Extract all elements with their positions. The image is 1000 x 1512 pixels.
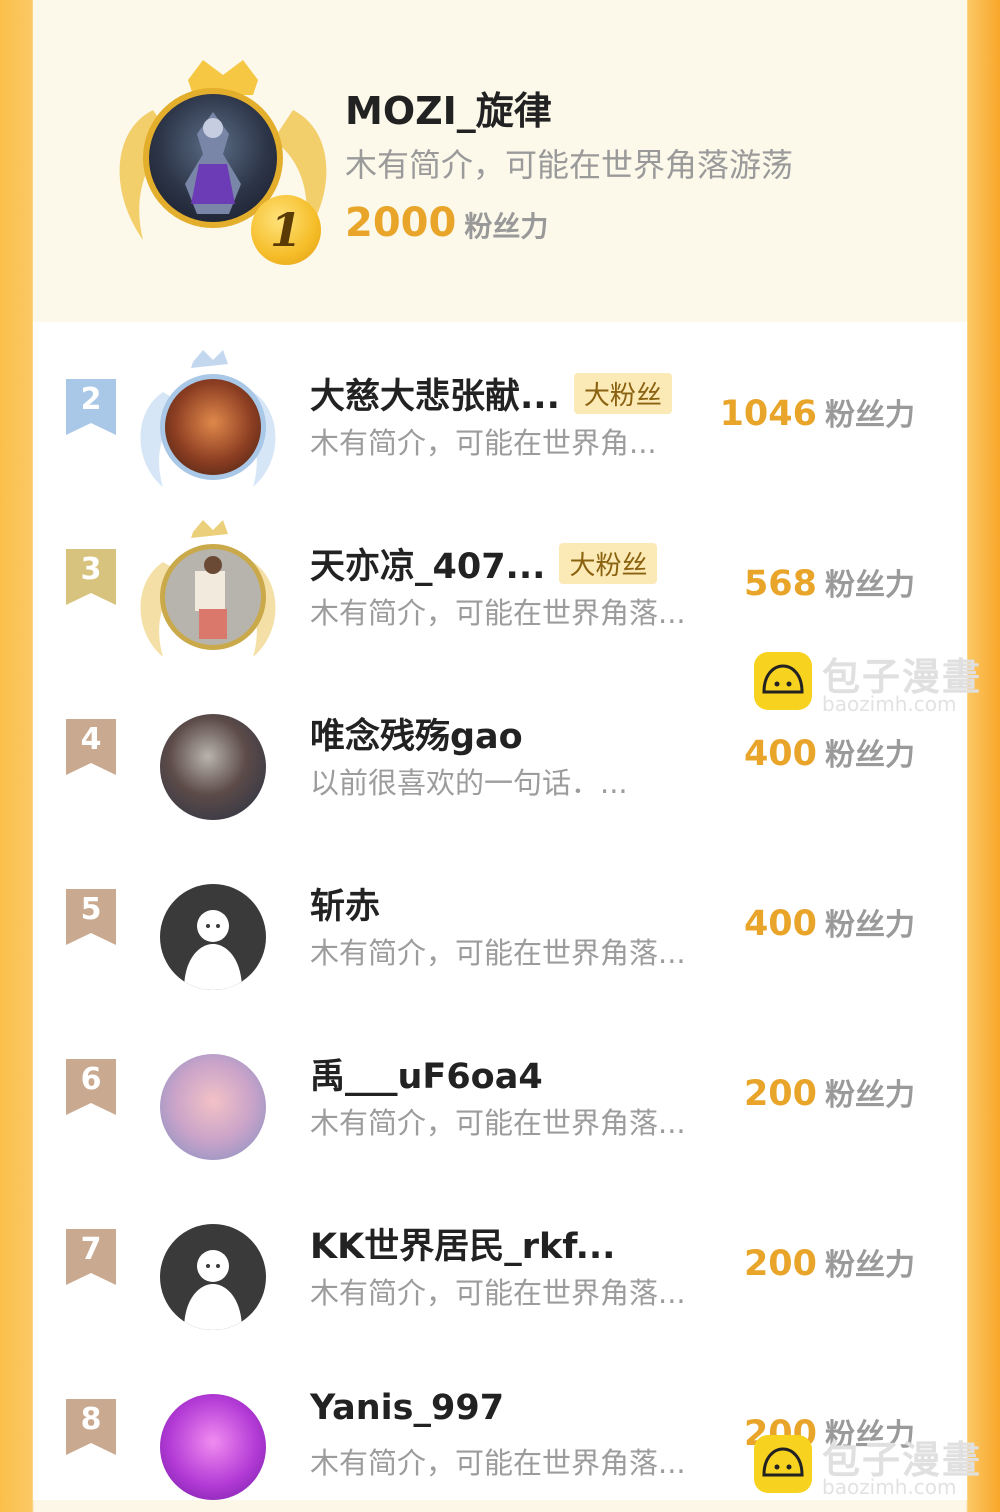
leaderboard-panel: 1 MOZI_旋律 木有简介，可能在世界角落游荡 2000 粉丝力 2 大慈大悲张… (33, 0, 980, 1500)
fan-power: 200 粉丝力 (744, 1240, 915, 1284)
fan-power-value: 568 (743, 564, 817, 604)
fan-power-value: 200 (743, 1244, 817, 1284)
avatar-frame (133, 512, 283, 662)
user-bio: 木有简介，可能在世界角落... (310, 1276, 686, 1310)
fan-power-value: 1046 (719, 394, 817, 434)
fan-power: 1046 粉丝力 (720, 390, 915, 434)
avatar[interactable] (160, 714, 266, 820)
fan-power-unit: 粉丝力 (825, 568, 915, 603)
user-name-text: 斩赤 (310, 887, 381, 927)
user-bio: 木有简介，可能在世界角落... (310, 936, 686, 970)
user-name[interactable]: 大慈大悲张献... 大粉丝 (310, 368, 672, 419)
rank-medal: 1 (251, 195, 321, 265)
rank-number: 5 (80, 892, 102, 927)
user-name[interactable]: 禹___uF6oa4 (310, 1048, 543, 1099)
fan-power: 400 粉丝力 (744, 730, 915, 774)
fan-power-unit: 粉丝力 (825, 1078, 915, 1113)
avatar-frame (133, 1192, 283, 1342)
avatar[interactable] (160, 1394, 266, 1500)
top-avatar-frame: 1 (103, 50, 343, 280)
user-name[interactable]: 天亦凉_407... 大粉丝 (310, 538, 658, 589)
avatar[interactable] (160, 1224, 266, 1330)
user-name-text: 天亦凉_407... (310, 547, 546, 587)
list-item[interactable]: 6 禹___uF6oa4 木有简介，可能在世界角落... 200 粉丝力 (33, 1002, 967, 1172)
avatar-frame (133, 1362, 283, 1512)
user-name-text: 禹___uF6oa4 (310, 1057, 543, 1097)
avatar[interactable] (160, 1054, 266, 1160)
fan-power-value: 2000 (345, 200, 457, 246)
user-bio: 木有简介，可能在世界角落... (310, 1106, 686, 1140)
watermark: 包子漫畫 baozimh.com (754, 652, 984, 718)
top-ranked-card[interactable]: 1 MOZI_旋律 木有简介，可能在世界角落游荡 2000 粉丝力 (33, 0, 967, 322)
watermark: 包子漫畫 baozimh.com (754, 1435, 984, 1501)
fan-power: 200 粉丝力 (744, 1070, 915, 1114)
list-item[interactable]: 2 大慈大悲张献... 大粉丝 木有简介，可能在世界角... 1046 粉丝力 (33, 322, 967, 492)
fan-power-unit: 粉丝力 (825, 908, 915, 943)
rank-number: 2 (80, 382, 102, 417)
user-name[interactable]: Yanis_997 (310, 1388, 504, 1428)
avatar-frame (133, 342, 283, 492)
bun-logo-icon (754, 1435, 812, 1493)
fan-power-value: 400 (743, 734, 817, 774)
fan-power: 2000 粉丝力 (345, 200, 548, 246)
fan-power: 400 粉丝力 (744, 900, 915, 944)
default-avatar-icon (184, 910, 242, 990)
fan-power-unit: 粉丝力 (825, 738, 915, 773)
rank-number: 8 (80, 1402, 102, 1437)
fan-power-unit: 粉丝力 (825, 398, 915, 433)
list-item[interactable]: 3 天亦凉_407... 大粉丝 木有简介，可能在世界角落... 568 粉丝力 (33, 492, 967, 662)
default-avatar-icon (184, 1250, 242, 1330)
fan-power-unit: 粉丝力 (825, 1248, 915, 1283)
avatar[interactable] (160, 544, 266, 650)
watermark-url: baozimh.com (822, 692, 957, 716)
fan-power-value: 400 (743, 904, 817, 944)
avatar[interactable] (160, 884, 266, 990)
bun-logo-icon (754, 652, 812, 710)
user-name[interactable]: KK世界居民_rkf... (310, 1218, 615, 1269)
super-fan-badge: 大粉丝 (573, 373, 672, 414)
avatar-frame (133, 852, 283, 1002)
super-fan-badge: 大粉丝 (559, 543, 658, 584)
user-name[interactable]: 斩赤 (310, 878, 380, 929)
user-name-text: 唯念残殇gao (310, 717, 523, 757)
user-name[interactable]: MOZI_旋律 (345, 80, 552, 135)
user-bio: 木有简介，可能在世界角落游荡 (345, 146, 794, 184)
rank-number: 6 (80, 1062, 102, 1097)
fan-power-unit: 粉丝力 (464, 210, 549, 243)
avatar-frame (133, 682, 283, 832)
rank-number: 7 (80, 1232, 102, 1267)
list-item[interactable]: 7 KK世界居民_rkf... 木有简介，可能在世界角落... 200 粉丝力 (33, 1172, 967, 1342)
fan-power-value: 200 (743, 1074, 817, 1114)
list-item[interactable]: 5 斩赤 木有简介，可能在世界角落... 400 粉丝力 (33, 832, 967, 1002)
rank-number: 3 (80, 552, 102, 587)
user-bio: 木有简介，可能在世界角... (310, 426, 657, 460)
user-name-text: Yanis_997 (310, 1388, 505, 1428)
avatar-frame (133, 1022, 283, 1172)
user-name[interactable]: 唯念残殇gao (310, 708, 523, 759)
user-bio: 木有简介，可能在世界角落... (310, 1446, 686, 1480)
avatar[interactable] (160, 374, 266, 480)
user-bio: 木有简介，可能在世界角落... (310, 596, 686, 630)
fan-power: 568 粉丝力 (744, 560, 915, 604)
user-bio: 以前很喜欢的一句话．... (310, 766, 628, 800)
rank-number: 4 (80, 722, 102, 757)
user-name-text: 大慈大悲张献... (310, 377, 560, 417)
watermark-url: baozimh.com (822, 1475, 957, 1499)
user-name-text: KK世界居民_rkf... (310, 1227, 616, 1267)
